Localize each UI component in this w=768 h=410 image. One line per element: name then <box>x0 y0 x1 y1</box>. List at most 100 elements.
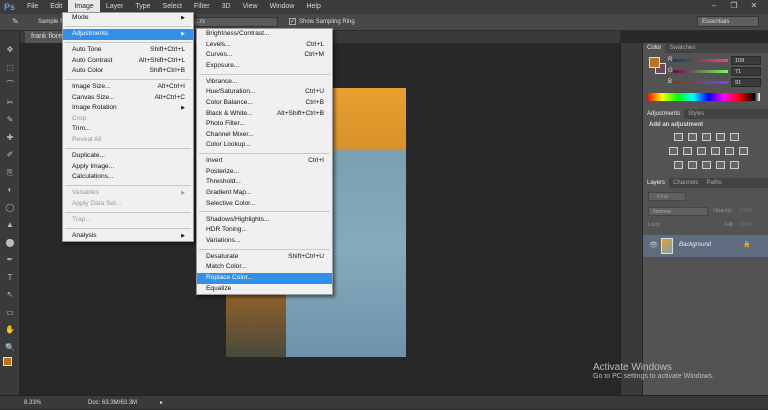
tab-color[interactable]: Color <box>643 43 666 53</box>
menu-item-trap[interactable]: Trap... <box>63 215 193 226</box>
status-menu-arrow-icon[interactable]: ▸ <box>160 396 163 410</box>
menu-item-variations[interactable]: Variations... <box>197 236 332 247</box>
workspace-select[interactable]: Essentials <box>697 16 759 27</box>
adjustment-icon[interactable] <box>730 133 739 141</box>
tab-styles[interactable]: Styles <box>684 109 708 119</box>
menu-item-color-lookup[interactable]: Color Lookup... <box>197 140 332 151</box>
adjustment-icon[interactable] <box>739 147 748 155</box>
menu-item-black-white[interactable]: Black & White... Alt+Shift+Ctrl+B <box>197 109 332 120</box>
tool-icon[interactable]: ◐ <box>4 185 16 195</box>
menu-item-curves[interactable]: Curves... Ctrl+M <box>197 50 332 61</box>
adjustment-icon[interactable] <box>711 147 720 155</box>
layer-filter-kind[interactable]: Kind <box>648 192 686 201</box>
menu-item-photo-filter[interactable]: Photo Filter... <box>197 119 332 130</box>
restore-button[interactable]: ❐ <box>724 0 744 12</box>
adjustment-icon[interactable] <box>725 147 734 155</box>
tool-icon[interactable]: ✚ <box>4 133 16 143</box>
tool-icon[interactable]: ↖ <box>4 290 16 300</box>
sampling-ring-checkbox[interactable]: ✓ <box>289 18 296 25</box>
menu-item-selective-color[interactable]: Selective Color... <box>197 199 332 210</box>
menu-item-reveal-all[interactable]: Reveal All <box>63 135 193 146</box>
menu-file[interactable]: File <box>21 0 44 14</box>
tool-icon[interactable]: ✂ <box>4 98 16 108</box>
adjustment-icon[interactable] <box>716 161 725 169</box>
menu-item-color-balance[interactable]: Color Balance... Ctrl+B <box>197 98 332 109</box>
tool-icon[interactable]: ⬚ <box>4 63 16 73</box>
adjustment-icon[interactable] <box>683 147 692 155</box>
menu-item-duplicate[interactable]: Duplicate... <box>63 151 193 162</box>
menu-item-shadows-highlights[interactable]: Shadows/Highlights... <box>197 215 332 226</box>
menu-item-equalize[interactable]: Equalize <box>197 284 332 295</box>
tool-icon[interactable]: ▲ <box>4 220 16 230</box>
menu-item-canvas-size[interactable]: Canvas Size... Alt+Ctrl+C <box>63 93 193 104</box>
blend-mode-select[interactable]: Normal <box>648 207 708 216</box>
menu-item-variables[interactable]: Variables ▶ <box>63 188 193 199</box>
tab-layers[interactable]: Layers <box>643 178 670 188</box>
r-slider[interactable] <box>673 59 728 62</box>
menu-item-apply-image[interactable]: Apply Image... <box>63 162 193 173</box>
menu-help[interactable]: Help <box>300 0 326 14</box>
tool-icon[interactable]: ✥ <box>4 45 16 55</box>
menu-window[interactable]: Window <box>264 0 301 14</box>
menu-item-trim[interactable]: Trim... <box>63 124 193 135</box>
r-value[interactable]: 109 <box>731 56 761 65</box>
sample-select[interactable]: ...rs <box>190 17 278 27</box>
g-value[interactable]: 71 <box>731 67 761 76</box>
menu-item-desaturate[interactable]: Desaturate Shift+Ctrl+U <box>197 252 332 263</box>
menu-view[interactable]: View <box>237 0 264 14</box>
menu-item-match-color[interactable]: Match Color... <box>197 262 332 273</box>
menu-item-auto-contrast[interactable]: Auto Contrast Alt+Shift+Ctrl+L <box>63 56 193 67</box>
menu-item-levels[interactable]: Levels... Ctrl+L <box>197 40 332 51</box>
menu-item-auto-color[interactable]: Auto Color Shift+Ctrl+B <box>63 66 193 77</box>
close-button[interactable]: ✕ <box>744 0 764 12</box>
menu-item-channel-mixer[interactable]: Channel Mixer... <box>197 130 332 141</box>
g-slider[interactable] <box>673 70 728 73</box>
menu-item-hue-saturation[interactable]: Hue/Saturation... Ctrl+U <box>197 87 332 98</box>
opacity-value[interactable]: 100% <box>739 208 753 214</box>
tool-icon[interactable]: 🔍 <box>4 343 16 353</box>
adjustment-icon[interactable] <box>674 161 683 169</box>
minimize-button[interactable]: – <box>704 0 724 12</box>
b-slider[interactable] <box>673 81 728 84</box>
menu-item-invert[interactable]: Invert Ctrl+I <box>197 156 332 167</box>
adjustment-icon[interactable] <box>697 147 706 155</box>
layer-row[interactable]: 👁 Background 🔒 <box>643 235 768 257</box>
adjustment-icon[interactable] <box>702 133 711 141</box>
menu-item-posterize[interactable]: Posterize... <box>197 167 332 178</box>
menu-3d[interactable]: 3D <box>216 0 237 14</box>
adjustment-icon[interactable] <box>688 133 697 141</box>
tool-icon[interactable]: ✒ <box>4 255 16 265</box>
menu-item-mode[interactable]: Mode ▶ <box>63 13 193 24</box>
tab-swatches[interactable]: Swatches <box>665 43 699 53</box>
menu-item-vibrance[interactable]: Vibrance... <box>197 77 332 88</box>
menu-item-crop[interactable]: Crop <box>63 114 193 125</box>
menu-item-gradient-map[interactable]: Gradient Map... <box>197 188 332 199</box>
eyedropper-icon[interactable]: ✎ <box>12 17 19 26</box>
zoom-level[interactable]: 8.33% <box>24 396 41 410</box>
adjustment-icon[interactable] <box>674 133 683 141</box>
fill-value[interactable]: 100% <box>739 222 753 228</box>
menu-item-analysis[interactable]: Analysis ▶ <box>63 231 193 242</box>
menu-item-calculations[interactable]: Calculations... <box>63 172 193 183</box>
menu-item-replace-color[interactable]: Replace Color... <box>197 272 332 284</box>
menu-item-adjustments[interactable]: Adjustments ▶ <box>63 28 193 40</box>
foreground-color-swatch[interactable] <box>649 57 660 68</box>
tool-icon[interactable]: ✋ <box>4 325 16 335</box>
menu-item-apply-data-set[interactable]: Apply Data Set... <box>63 199 193 210</box>
tool-icon[interactable]: ⬤ <box>4 238 16 248</box>
menu-item-image-rotation[interactable]: Image Rotation ▶ <box>63 103 193 114</box>
menu-item-brightness-contrast[interactable]: Brightness/Contrast... <box>197 29 332 40</box>
menu-item-threshold[interactable]: Threshold... <box>197 177 332 188</box>
tool-icon[interactable]: ◯ <box>4 203 16 213</box>
tool-foreground-color[interactable] <box>3 357 12 366</box>
menu-item-exposure[interactable]: Exposure... <box>197 61 332 72</box>
tab-paths[interactable]: Paths <box>702 178 725 188</box>
tab-channels[interactable]: Channels <box>669 178 702 188</box>
menu-item-image-size[interactable]: Image Size... Alt+Ctrl+I <box>63 82 193 93</box>
adjustment-icon[interactable] <box>716 133 725 141</box>
tool-icon[interactable]: ✐ <box>4 150 16 160</box>
menu-item-hdr-toning[interactable]: HDR Toning... <box>197 225 332 236</box>
tool-icon[interactable]: ⌒ <box>4 80 16 90</box>
adjustment-icon[interactable] <box>702 161 711 169</box>
adjustment-icon[interactable] <box>669 147 678 155</box>
